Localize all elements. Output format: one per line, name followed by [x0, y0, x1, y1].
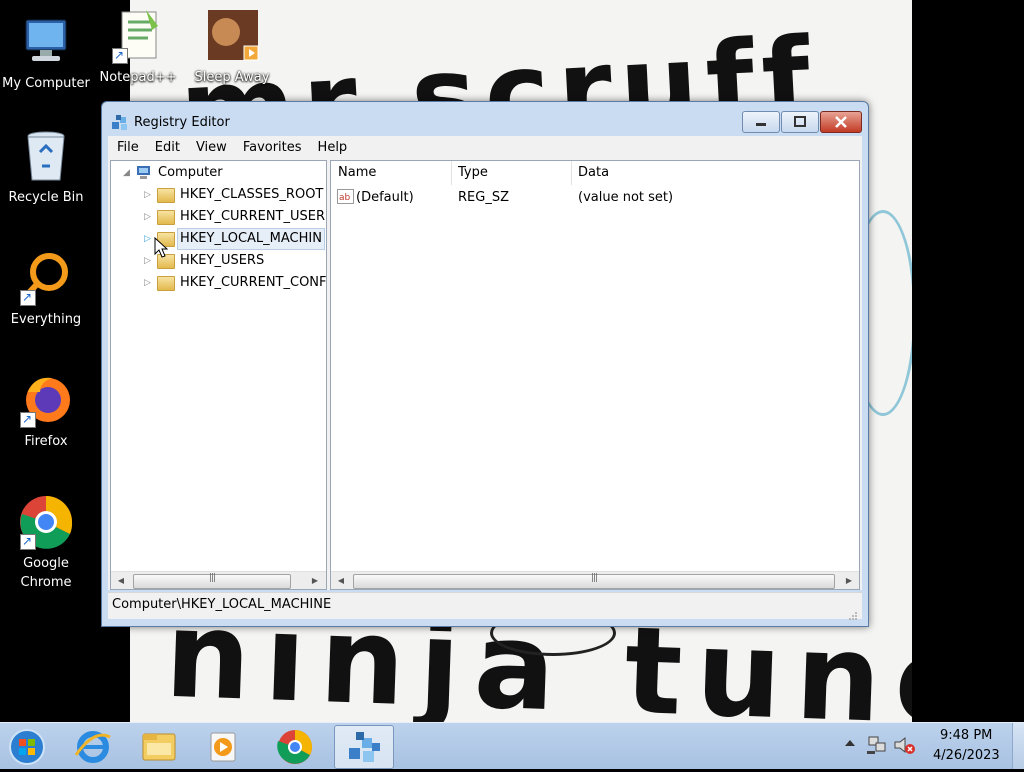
folder-icon: [157, 210, 175, 225]
recycle-bin-icon: [18, 128, 74, 184]
svg-text:ab: ab: [339, 193, 351, 203]
menu-file[interactable]: File: [108, 136, 146, 158]
computer-icon: [18, 14, 74, 70]
menu-edit[interactable]: Edit: [146, 136, 187, 158]
desktop-icon-recycle-bin[interactable]: Recycle Bin: [0, 128, 92, 207]
desktop-icon-label: Google Chrome: [20, 556, 72, 590]
taskbar: 9:48 PM 4/26/2023: [0, 722, 1024, 769]
column-header-data[interactable]: Data: [571, 161, 858, 185]
desktop-icon-sleep-away[interactable]: Sleep Away: [186, 8, 278, 87]
desktop-icon-firefox[interactable]: Firefox: [0, 372, 92, 451]
volume-muted-icon[interactable]: [893, 735, 917, 759]
status-path: Computer\HKEY_LOCAL_MACHINE: [112, 597, 332, 612]
menu-favorites[interactable]: Favorites: [234, 136, 309, 158]
taskbar-internet-explorer[interactable]: [64, 725, 122, 767]
tree-horizontal-scrollbar[interactable]: ◀ ||| ▶: [111, 571, 326, 589]
close-button[interactable]: [820, 111, 862, 133]
close-icon: [835, 116, 847, 128]
expand-arrow-icon[interactable]: ▷: [144, 229, 154, 249]
desktop-icon-google-chrome[interactable]: Google Chrome: [0, 494, 92, 592]
value-name: (Default): [356, 190, 414, 205]
status-bar: Computer\HKEY_LOCAL_MACHINE: [108, 592, 862, 620]
tree-node-hkcc[interactable]: ▷ HKEY_CURRENT_CONFI: [144, 273, 327, 293]
mouse-cursor-icon: [154, 236, 169, 263]
resize-grip-icon[interactable]: [848, 606, 858, 620]
folder-icon: [157, 188, 175, 203]
regedit-icon: [349, 732, 380, 762]
tree-label: Computer: [158, 165, 223, 180]
value-data: (value not set): [578, 190, 674, 205]
desktop-icon-label: My Computer: [2, 76, 90, 91]
clock-time[interactable]: 9:48 PM: [940, 728, 992, 743]
chrome-icon: [277, 730, 312, 764]
main-panes: ◢ Computer ▷ HKEY_CLASSES_ROOT ▷ HKEY_CU…: [108, 158, 862, 590]
scroll-right-icon[interactable]: ▶: [841, 573, 857, 588]
folder-icon: [157, 276, 175, 291]
firefox-icon: [18, 372, 74, 429]
computer-icon: [135, 165, 152, 187]
list-horizontal-scrollbar[interactable]: ◀ ||| ▶: [331, 571, 859, 589]
maximize-button[interactable]: [781, 111, 819, 133]
network-icon[interactable]: [866, 735, 888, 759]
window-title: Registry Editor: [134, 115, 230, 130]
taskbar-regedit-active[interactable]: [334, 725, 394, 769]
expand-arrow-icon[interactable]: ▷: [144, 185, 154, 205]
tree-label: HKEY_CURRENT_CONFI: [180, 275, 327, 290]
tree-label: HKEY_CURRENT_USER: [180, 209, 326, 224]
internet-explorer-icon: [74, 731, 111, 763]
value-type: REG_SZ: [458, 190, 509, 205]
scroll-left-icon[interactable]: ◀: [113, 573, 129, 588]
desktop-icon-notepadpp[interactable]: Notepad++: [92, 8, 184, 87]
tree-label: HKEY_USERS: [180, 253, 265, 268]
minimize-button[interactable]: [742, 111, 780, 133]
expand-arrow-icon[interactable]: ▷: [144, 273, 154, 293]
taskbar-media-player[interactable]: [194, 725, 252, 767]
show-desktop-button[interactable]: [1012, 723, 1024, 769]
chrome-icon: [18, 494, 74, 551]
scroll-left-icon[interactable]: ◀: [333, 573, 349, 588]
desktop-icon-label: Recycle Bin: [8, 190, 84, 205]
collapse-arrow-icon[interactable]: ◢: [123, 163, 133, 183]
menu-bar: File Edit View Favorites Help: [108, 136, 862, 158]
desktop-icon-my-computer[interactable]: My Computer: [0, 14, 92, 93]
expand-arrow-icon[interactable]: ▷: [144, 251, 154, 271]
values-list[interactable]: Name Type Data ab (Default) REG_SZ (valu…: [330, 160, 860, 590]
media-player-icon: [210, 732, 236, 762]
desktop-icon-label: Sleep Away: [194, 70, 270, 85]
registry-tree[interactable]: ◢ Computer ▷ HKEY_CLASSES_ROOT ▷ HKEY_CU…: [110, 160, 327, 590]
notepadpp-icon: [110, 8, 166, 65]
clock-date[interactable]: 4/26/2023: [933, 748, 1000, 763]
scroll-thumb[interactable]: |||: [353, 573, 835, 589]
taskbar-file-explorer[interactable]: [130, 725, 188, 767]
registry-editor-window[interactable]: Registry Editor File Edit View Favorites Hel…: [101, 101, 869, 627]
taskbar-chrome[interactable]: [266, 725, 324, 767]
tree-node-hklm[interactable]: ▷ HKEY_LOCAL_MACHIN: [144, 228, 326, 250]
file-explorer-icon: [142, 733, 176, 761]
media-file-icon: [204, 8, 260, 64]
regedit-icon: [111, 113, 129, 131]
window-title-bar[interactable]: Registry Editor: [102, 102, 868, 134]
string-value-icon: ab: [337, 189, 355, 211]
scroll-right-icon[interactable]: ▶: [307, 573, 323, 588]
tree-node-hkcr[interactable]: ▷ HKEY_CLASSES_ROOT: [144, 185, 324, 205]
desktop-icon-label: Notepad++: [99, 70, 177, 85]
expand-arrow-icon[interactable]: ▷: [144, 207, 154, 227]
column-header-name[interactable]: Name: [331, 161, 452, 185]
show-hidden-icons-icon[interactable]: [843, 736, 857, 754]
menu-view[interactable]: View: [187, 136, 234, 158]
tree-label: HKEY_CLASSES_ROOT: [180, 187, 324, 202]
desktop-icon-label: Firefox: [24, 434, 68, 449]
tree-node-hkcu[interactable]: ▷ HKEY_CURRENT_USER: [144, 207, 326, 227]
desktop-icon-everything[interactable]: Everything: [0, 250, 92, 329]
everything-search-icon: [18, 250, 74, 307]
desktop-icon-label: Everything: [10, 312, 82, 327]
start-orb-icon: [9, 729, 45, 765]
menu-help[interactable]: Help: [309, 136, 355, 158]
column-header-type[interactable]: Type: [451, 161, 572, 185]
tree-label-selected: HKEY_LOCAL_MACHIN: [177, 228, 325, 250]
tree-node-hku[interactable]: ▷ HKEY_USERS: [144, 251, 324, 271]
scroll-thumb[interactable]: |||: [133, 573, 291, 589]
start-button[interactable]: [0, 725, 54, 767]
